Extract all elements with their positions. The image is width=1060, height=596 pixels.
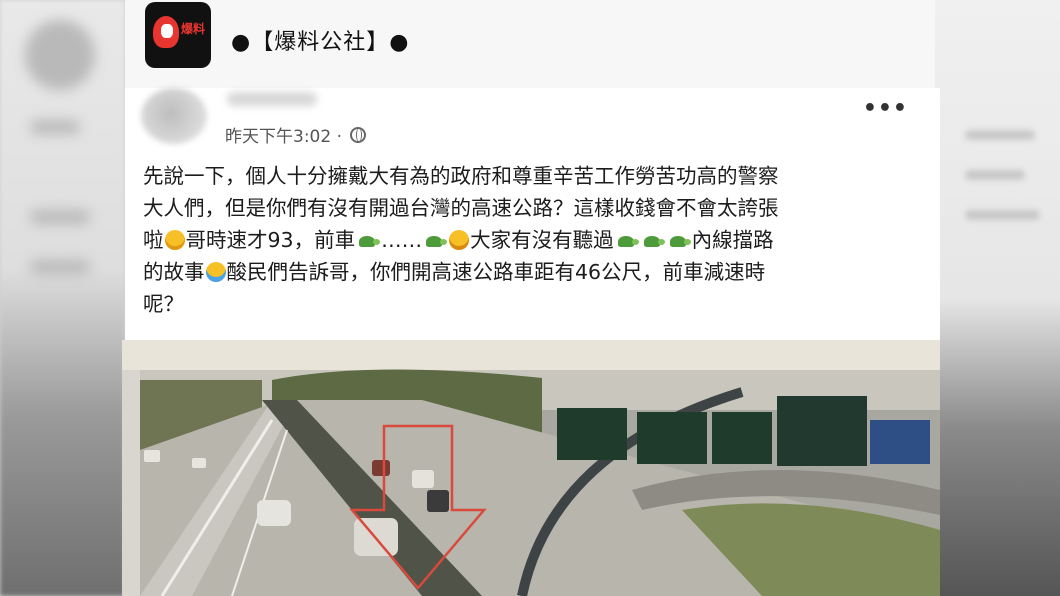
crying-face-icon xyxy=(449,230,470,250)
turtle-icon xyxy=(667,235,691,249)
post-line: 啦哥時速才93，前車…… 大家有沒有聽過 內線擋路 xyxy=(143,228,774,252)
megaphone-icon xyxy=(153,16,179,48)
highway-photo-drawing xyxy=(122,340,940,596)
blurred-background-right xyxy=(935,0,1060,596)
post-line: 呢？ xyxy=(143,292,184,316)
page-logo[interactable]: 爆料 xyxy=(145,2,211,68)
post-photo[interactable] xyxy=(122,340,940,596)
post-line: 大人們，但是你們有沒有開過台灣的高速公路？這樣收錢會不會太誇張 xyxy=(143,196,779,220)
page-header: 爆料 ●【爆料公社】● xyxy=(125,0,935,88)
post-meta: 昨天下午3:02 · xyxy=(225,122,366,147)
more-options-button[interactable]: ••• xyxy=(863,96,908,121)
turtle-icon xyxy=(615,235,639,249)
turtle-icon xyxy=(356,235,381,249)
turtle-icon xyxy=(423,235,448,249)
turtle-icon xyxy=(641,235,665,249)
timestamp[interactable]: 昨天下午3:02 · xyxy=(225,122,342,147)
logo-text: 爆料 xyxy=(181,22,206,36)
post-text: 先說一下，個人十分擁戴大有為的政府和尊重辛苦工作勞苦功高的警察 大人們，但是你們… xyxy=(143,160,923,320)
grinning-sweat-face-icon xyxy=(164,230,185,250)
globe-icon xyxy=(349,126,366,143)
post-line: 先說一下，個人十分擁戴大有為的政府和尊重辛苦工作勞苦功高的警察 xyxy=(143,164,779,188)
blurred-background-left xyxy=(0,0,125,596)
post-line: 的故事 酸民們告訴哥，你們開高速公路車距有46公尺，前車減速時 xyxy=(143,260,766,284)
avatar[interactable] xyxy=(141,88,207,144)
author-name-blurred[interactable] xyxy=(227,92,317,106)
laughing-tears-face-icon xyxy=(205,262,226,282)
page-name[interactable]: ●【爆料公社】● xyxy=(231,24,409,56)
